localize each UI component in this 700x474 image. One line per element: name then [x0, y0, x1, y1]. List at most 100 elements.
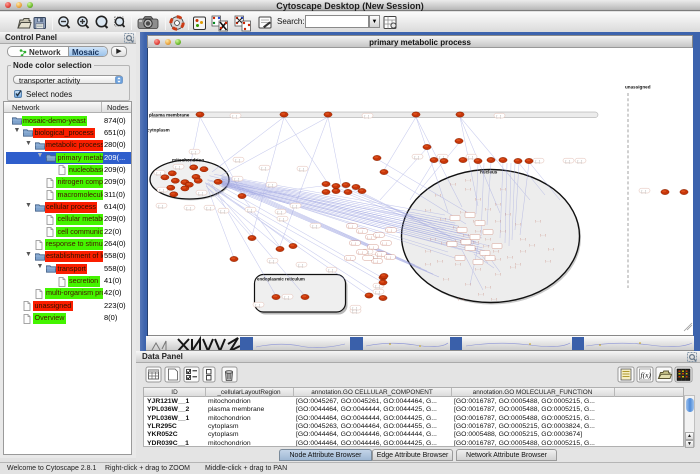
svg-text:[...]: [...]	[642, 190, 647, 194]
svg-text:[.....]: [.....]	[510, 265, 516, 269]
svg-text:[...]: [...]	[497, 115, 502, 119]
svg-text:[.....]: [.....]	[548, 247, 554, 251]
svg-text:[.....]: [.....]	[465, 282, 471, 286]
svg-text:[.....]: [.....]	[485, 207, 491, 211]
svg-text:[.....]: [.....]	[437, 259, 443, 263]
svg-text:f(x): f(x)	[641, 371, 652, 380]
svg-text:[....]: [....]	[348, 225, 353, 229]
svg-text:[.....]: [.....]	[500, 229, 506, 233]
svg-text:[....]: [....]	[358, 251, 363, 255]
svg-text:[.....]: [.....]	[493, 249, 499, 253]
svg-text:[...]: [...]	[269, 184, 274, 188]
svg-text:[...]: [...]	[236, 159, 241, 163]
svg-text:[...]: [...]	[235, 178, 240, 182]
svg-text:[...]: [...]	[365, 115, 370, 119]
svg-text:[...]: [...]	[160, 189, 165, 193]
svg-text:[...]: [...]	[285, 296, 290, 300]
svg-text:[...]: [...]	[262, 167, 267, 171]
svg-text:[.....]: [.....]	[425, 262, 431, 266]
svg-text:[.....]: [.....]	[485, 285, 491, 289]
svg-text:[.....]: [.....]	[455, 262, 461, 266]
svg-text:[...]: [...]	[207, 207, 212, 211]
svg-text:[.....]: [.....]	[425, 249, 431, 253]
svg-text:[.....]: [.....]	[520, 237, 526, 241]
svg-text:unassigned: unassigned	[625, 85, 651, 90]
svg-text:[.....]: [.....]	[507, 255, 513, 259]
svg-text:[...]: [...]	[536, 160, 541, 164]
svg-text:[....]: [....]	[358, 230, 363, 234]
svg-text:[....]: [....]	[387, 229, 392, 233]
svg-text:[....]: [....]	[346, 257, 351, 261]
svg-text:[.....]: [.....]	[475, 197, 481, 201]
svg-text:[.....]: [.....]	[515, 262, 521, 266]
svg-text:plasma membrane: plasma membrane	[149, 113, 190, 118]
svg-text:[.....]: [.....]	[500, 187, 506, 191]
svg-text:[.....]: [.....]	[458, 297, 464, 301]
svg-text:[.....]: [.....]	[495, 272, 501, 276]
svg-text:[....]: [....]	[386, 256, 391, 260]
svg-text:[...]: [...]	[270, 260, 275, 264]
svg-text:[.....]: [.....]	[495, 219, 501, 223]
svg-text:[.....]: [.....]	[473, 240, 479, 244]
svg-text:[...]: [...]	[256, 304, 261, 308]
svg-text:[...]: [...]	[415, 156, 420, 160]
svg-text:[.....]: [.....]	[495, 257, 501, 261]
svg-text:[...]: [...]	[376, 285, 381, 289]
svg-text:[...]: [...]	[469, 156, 474, 160]
svg-text:[.....]: [.....]	[515, 222, 521, 226]
svg-text:[...]: [...]	[248, 209, 253, 213]
svg-text:[...]: [...]	[187, 207, 192, 211]
svg-text:[.....]: [.....]	[540, 233, 546, 237]
svg-text:[.....]: [.....]	[463, 233, 469, 237]
svg-text:[....]: [....]	[382, 242, 387, 246]
svg-text:[....]: [....]	[367, 236, 372, 240]
svg-text:[...]: [...]	[299, 264, 304, 268]
svg-text:[...]: [...]	[278, 211, 283, 215]
svg-text:[.....]: [.....]	[450, 182, 456, 186]
svg-text:[...]: [...]	[280, 218, 285, 222]
svg-text:[...]: [...]	[376, 291, 381, 295]
svg-text:[.....]: [.....]	[545, 259, 551, 263]
svg-text:[.....]: [.....]	[441, 241, 447, 245]
svg-text:endoplasmic reticulum: endoplasmic reticulum	[257, 277, 305, 282]
svg-text:[.....]: [.....]	[529, 243, 535, 247]
svg-text:[.....]: [.....]	[435, 193, 441, 197]
svg-text:[.....]: [.....]	[465, 187, 471, 191]
svg-text:[...]: [...]	[313, 225, 318, 229]
svg-text:[....]: [....]	[351, 242, 356, 246]
svg-text:[...]: [...]	[329, 269, 334, 273]
svg-text:[.....]: [.....]	[443, 277, 449, 281]
svg-text:[.....]: [.....]	[430, 237, 436, 241]
svg-text:[.....]: [.....]	[440, 217, 446, 221]
svg-text:[.....]: [.....]	[475, 229, 481, 233]
svg-text:[.....]: [.....]	[491, 297, 497, 301]
svg-text:[.....]: [.....]	[465, 178, 471, 182]
svg-text:[.....]: [.....]	[505, 212, 511, 216]
svg-text:[...]: [...]	[566, 160, 571, 164]
svg-text:[...]: [...]	[300, 168, 305, 172]
svg-text:[...]: [...]	[157, 172, 162, 176]
svg-text:[.....]: [.....]	[478, 292, 484, 296]
svg-text:[...]: [...]	[192, 151, 197, 155]
svg-text:mitochondrion: mitochondrion	[172, 158, 204, 163]
svg-text:[....]: [....]	[373, 260, 378, 264]
svg-text:[.....]: [.....]	[475, 267, 481, 271]
svg-text:[....]: [....]	[375, 234, 380, 238]
svg-text:[.....]: [.....]	[535, 219, 541, 223]
svg-text:[....]: [....]	[369, 246, 374, 250]
svg-text:[...]: [...]	[159, 205, 164, 209]
svg-text:[...]: [...]	[221, 210, 226, 214]
svg-text:[.....]: [.....]	[483, 244, 489, 248]
svg-text:[.....]: [.....]	[485, 237, 491, 241]
svg-text:[.....]: [.....]	[520, 249, 526, 253]
svg-text:[...]: [...]	[353, 307, 358, 311]
svg-text:[.....]: [.....]	[495, 202, 501, 206]
svg-text:[.....]: [.....]	[425, 208, 431, 212]
svg-text:[...]: [...]	[199, 192, 204, 196]
svg-text:[...]: [...]	[233, 115, 238, 119]
svg-text:[...]: [...]	[176, 166, 181, 170]
svg-text:[...]: [...]	[293, 205, 298, 209]
svg-text:[...]: [...]	[578, 160, 583, 164]
svg-text:cytoplasm: cytoplasm	[148, 128, 170, 133]
svg-text:[....]: [....]	[377, 253, 382, 257]
